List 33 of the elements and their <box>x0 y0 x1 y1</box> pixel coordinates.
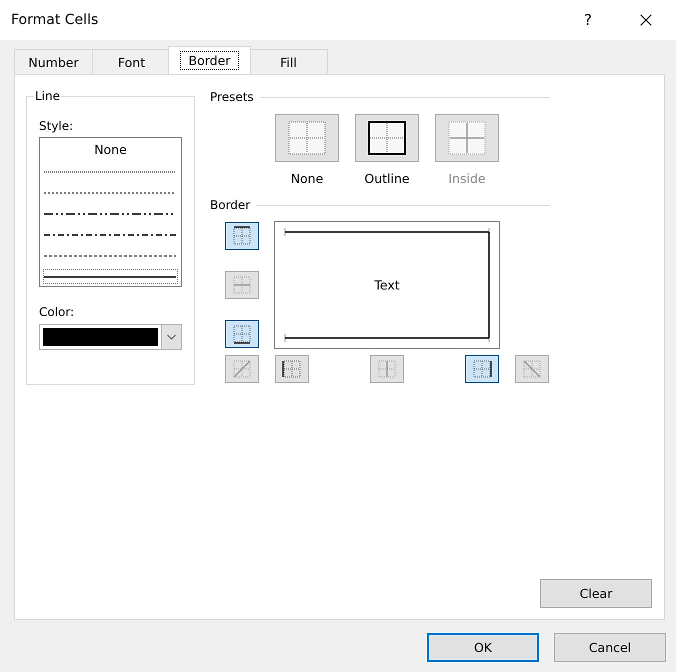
border-toggle-button[interactable] <box>275 355 309 383</box>
border-toggle-button[interactable] <box>225 320 259 348</box>
border-toggle-button[interactable] <box>465 355 499 383</box>
section-title: Presets <box>210 90 254 104</box>
chevron-down-icon <box>161 325 181 349</box>
tab[interactable]: Fill <box>249 49 328 74</box>
preset-label: Inside <box>448 171 486 186</box>
color-dropdown[interactable] <box>39 324 182 350</box>
window-title: Format Cells <box>11 12 100 28</box>
tab[interactable]: Border <box>168 46 251 74</box>
section-title: Border <box>210 198 250 212</box>
line-sample-icon <box>42 274 178 280</box>
preview-text: Text <box>374 278 400 292</box>
style-label: Style: <box>39 119 74 133</box>
line-style-option[interactable] <box>42 268 179 285</box>
clear-button[interactable]: Clear <box>540 579 652 608</box>
color-label: Color: <box>39 305 76 319</box>
border-preview[interactable]: Text <box>274 221 500 349</box>
line-style-list[interactable]: None <box>39 137 182 287</box>
preset-button[interactable] <box>355 114 419 162</box>
close-button[interactable]: × <box>626 4 666 36</box>
group-title: Line <box>34 89 62 103</box>
help-button[interactable]: ? <box>568 4 608 36</box>
border-toggle-button[interactable] <box>225 222 259 250</box>
tab[interactable]: Number <box>14 49 93 74</box>
preset-label: Outline <box>364 171 410 186</box>
preset-label: None <box>290 171 324 186</box>
dialog-button[interactable]: OK <box>427 633 539 662</box>
line-sample-icon <box>42 168 178 174</box>
line-sample-icon <box>42 232 178 238</box>
line-sample-icon <box>42 252 178 258</box>
line-style-option[interactable]: None <box>42 141 179 161</box>
dialog-button[interactable]: Cancel <box>554 633 666 662</box>
